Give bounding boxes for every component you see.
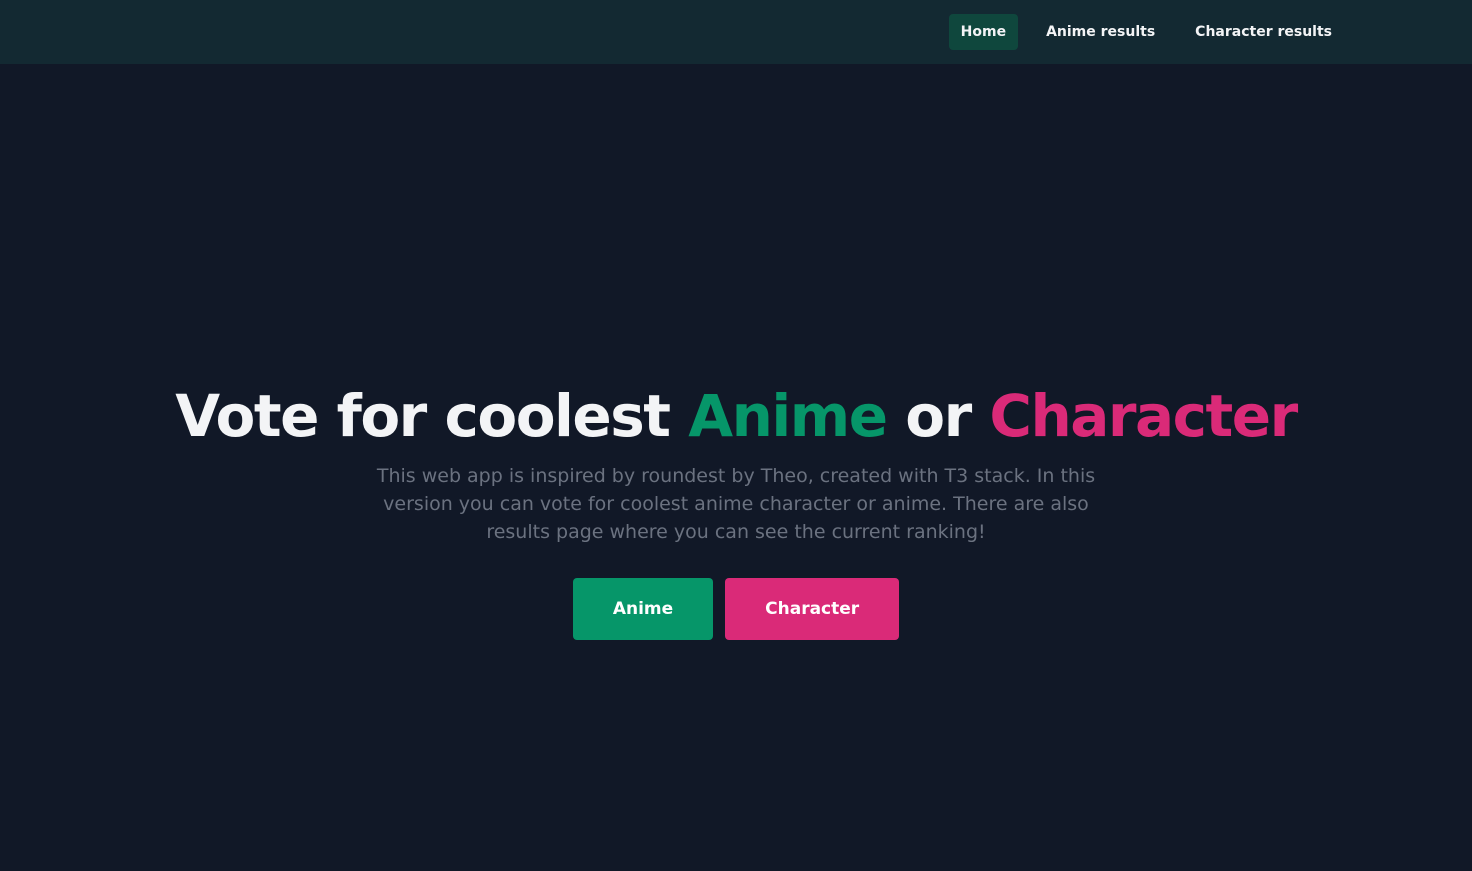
nav-anime-results[interactable]: Anime results xyxy=(1034,14,1167,50)
action-buttons: Anime Character xyxy=(0,578,1472,640)
nav-character-results[interactable]: Character results xyxy=(1183,14,1344,50)
character-button[interactable]: Character xyxy=(725,578,900,640)
page-title: Vote for coolest Anime or Character xyxy=(0,380,1472,452)
title-anime-word: Anime xyxy=(688,382,888,450)
title-text: Vote for coolest xyxy=(175,382,689,450)
nav-home[interactable]: Home xyxy=(948,14,1019,50)
hero-section: Vote for coolest Anime or Character This… xyxy=(0,380,1472,640)
hero-description: This web app is inspired by roundest by … xyxy=(376,465,1096,543)
top-navbar: Home Anime results Character results xyxy=(0,0,1472,64)
title-character-word: Character xyxy=(989,382,1298,450)
anime-button[interactable]: Anime xyxy=(572,578,714,640)
title-or-word: or xyxy=(886,382,990,450)
